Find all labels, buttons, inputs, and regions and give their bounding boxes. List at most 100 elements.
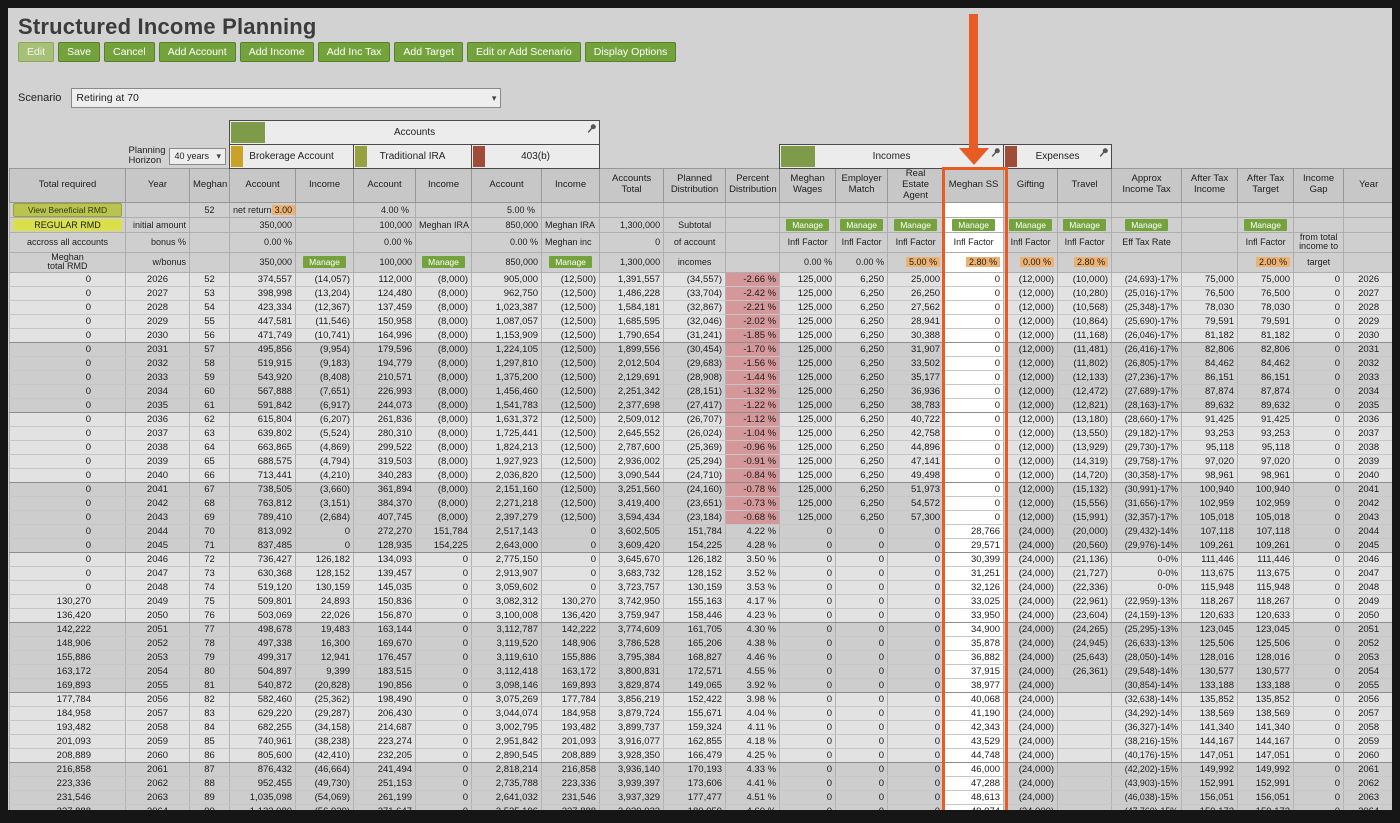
cell: 0 xyxy=(887,762,945,777)
cell: 43,529 xyxy=(943,734,1005,749)
add-target-button[interactable]: Add Target xyxy=(394,42,464,62)
cell: 82,806 xyxy=(1237,342,1295,357)
travel-infl-value[interactable]: 2.80 % xyxy=(1074,257,1109,268)
cell: 44,748 xyxy=(943,748,1005,763)
cell: (12,500) xyxy=(541,468,601,483)
cell: (15,556) xyxy=(1057,496,1113,511)
pin-icon[interactable] xyxy=(990,147,1001,158)
cell: 0 xyxy=(1293,272,1345,287)
cell: 0 xyxy=(1293,706,1345,721)
cell: 2033 xyxy=(125,370,190,385)
cell: 85 xyxy=(188,734,231,749)
cell: 0 xyxy=(1293,734,1345,749)
cell: (8,000) xyxy=(415,328,473,343)
ira-net-return[interactable]: 4.00 % xyxy=(378,205,412,215)
manage-match-button[interactable]: Manage xyxy=(840,218,883,231)
cell: 0 xyxy=(779,650,837,665)
col-header-after-tax-income: After Tax Income xyxy=(1181,168,1239,203)
add-inc-tax-button[interactable]: Add Inc Tax xyxy=(317,42,391,62)
cell: 813,092 xyxy=(229,524,297,539)
cell: 0 xyxy=(887,678,945,693)
cell: 3.98 % xyxy=(725,692,781,707)
brokerage-group-header: Brokerage Account xyxy=(229,144,355,169)
cell: 0 xyxy=(1293,300,1345,315)
regular-rmd-badge[interactable]: REGULAR RMD xyxy=(13,218,122,231)
cell: 113,675 xyxy=(1181,566,1239,581)
cell: 81,182 xyxy=(1237,328,1295,343)
col-header-travel: Travel xyxy=(1057,168,1113,203)
brokerage-net-return[interactable]: 3.00 % xyxy=(271,204,295,215)
manage-ira-button[interactable]: Manage xyxy=(422,256,465,269)
add-income-button[interactable]: Add Income xyxy=(239,42,314,62)
cell: 2058 xyxy=(1343,720,1392,735)
cell: 87,874 xyxy=(1181,384,1239,399)
cell: -1.56 % xyxy=(725,356,781,371)
manage-travel-button[interactable]: Manage xyxy=(1063,218,1106,231)
cell: 2048 xyxy=(1343,580,1392,595)
real-estate-infl-value[interactable]: 5.00 % xyxy=(906,257,941,268)
cell: 0 xyxy=(779,608,837,623)
manage-403b-button[interactable]: Manage xyxy=(549,256,592,269)
pin-icon[interactable] xyxy=(586,123,597,134)
cell: 1,541,783 xyxy=(471,398,543,413)
cell: 2,818,214 xyxy=(471,762,543,777)
cell: (12,000) xyxy=(1003,300,1059,315)
cell: 0 xyxy=(835,790,889,805)
cell: (12,000) xyxy=(1003,454,1059,469)
cell: 31,907 xyxy=(887,342,945,357)
cell: 738,505 xyxy=(229,482,297,497)
meghan-ss-infl-value[interactable]: 2.80 % xyxy=(966,257,1001,268)
add-account-button[interactable]: Add Account xyxy=(158,42,236,62)
edit-button[interactable]: Edit xyxy=(18,42,55,62)
cell: 271,647 xyxy=(353,804,417,810)
cell: 0 xyxy=(887,720,945,735)
view-beneficial-rmd-button[interactable]: View Beneficial RMD xyxy=(13,203,122,217)
scenario-select[interactable]: Retiring at 70 ▾ xyxy=(71,88,502,108)
col-header-employer-match: Employer Match xyxy=(835,168,889,203)
cell: 3,059,602 xyxy=(471,580,543,595)
cell: 1,023,387 xyxy=(471,300,543,315)
display-options-button[interactable]: Display Options xyxy=(584,42,677,62)
cell: 6,250 xyxy=(835,384,889,399)
cell: 0 xyxy=(415,762,473,777)
manage-gifting-button[interactable]: Manage xyxy=(1009,218,1052,231)
cell: 299,522 xyxy=(353,440,417,455)
manage-meghan-ss-button[interactable]: Manage xyxy=(952,218,995,231)
cell: (12,500) xyxy=(541,426,601,441)
cell: 2062 xyxy=(125,776,190,791)
cell: 2,377,698 xyxy=(599,398,665,413)
cell: 2059 xyxy=(1343,734,1392,749)
manage-brokerage-button[interactable]: Manage xyxy=(303,256,346,269)
cell: 2049 xyxy=(1343,594,1392,609)
pin-icon[interactable] xyxy=(1098,147,1109,158)
cell: 87,874 xyxy=(1237,384,1295,399)
403b-bonus: 0.00 % xyxy=(471,231,543,253)
target-infl-value[interactable]: 2.00 % xyxy=(1256,257,1291,268)
cell: (34,292)-14% xyxy=(1111,706,1183,721)
window-frame: Structured Income Planning Edit Save Can… xyxy=(0,0,1400,823)
cell: (10,864) xyxy=(1057,314,1113,329)
gifting-infl-value[interactable]: 0.00 % xyxy=(1020,257,1055,268)
planning-horizon-select[interactable]: 40 years ▾ xyxy=(169,147,227,165)
403b-net-return[interactable]: 5.00 % xyxy=(504,205,538,215)
manage-real-estate-button[interactable]: Manage xyxy=(894,218,937,231)
cell: (10,741) xyxy=(295,328,355,343)
cell: 89,632 xyxy=(1237,398,1295,413)
cell: 155,163 xyxy=(663,594,727,609)
cell: 0 xyxy=(415,720,473,735)
cell: 125,000 xyxy=(779,468,837,483)
cell: 2036 xyxy=(125,412,190,427)
manage-target-button[interactable]: Manage xyxy=(1244,218,1287,231)
cell: 0 xyxy=(1293,510,1345,525)
save-button[interactable]: Save xyxy=(58,42,101,62)
manage-wages-button[interactable]: Manage xyxy=(786,218,829,231)
manage-income-tax-button[interactable]: Manage xyxy=(1125,218,1168,231)
edit-or-add-scenario-button[interactable]: Edit or Add Scenario xyxy=(467,42,581,62)
cell: (30,454) xyxy=(663,342,727,357)
cell: 201,093 xyxy=(541,734,601,749)
cancel-button[interactable]: Cancel xyxy=(104,42,155,62)
cell: 2,151,160 xyxy=(471,482,543,497)
cell: 0 xyxy=(943,510,1005,525)
cell: 75,000 xyxy=(1181,272,1239,287)
cell: 6,250 xyxy=(835,342,889,357)
